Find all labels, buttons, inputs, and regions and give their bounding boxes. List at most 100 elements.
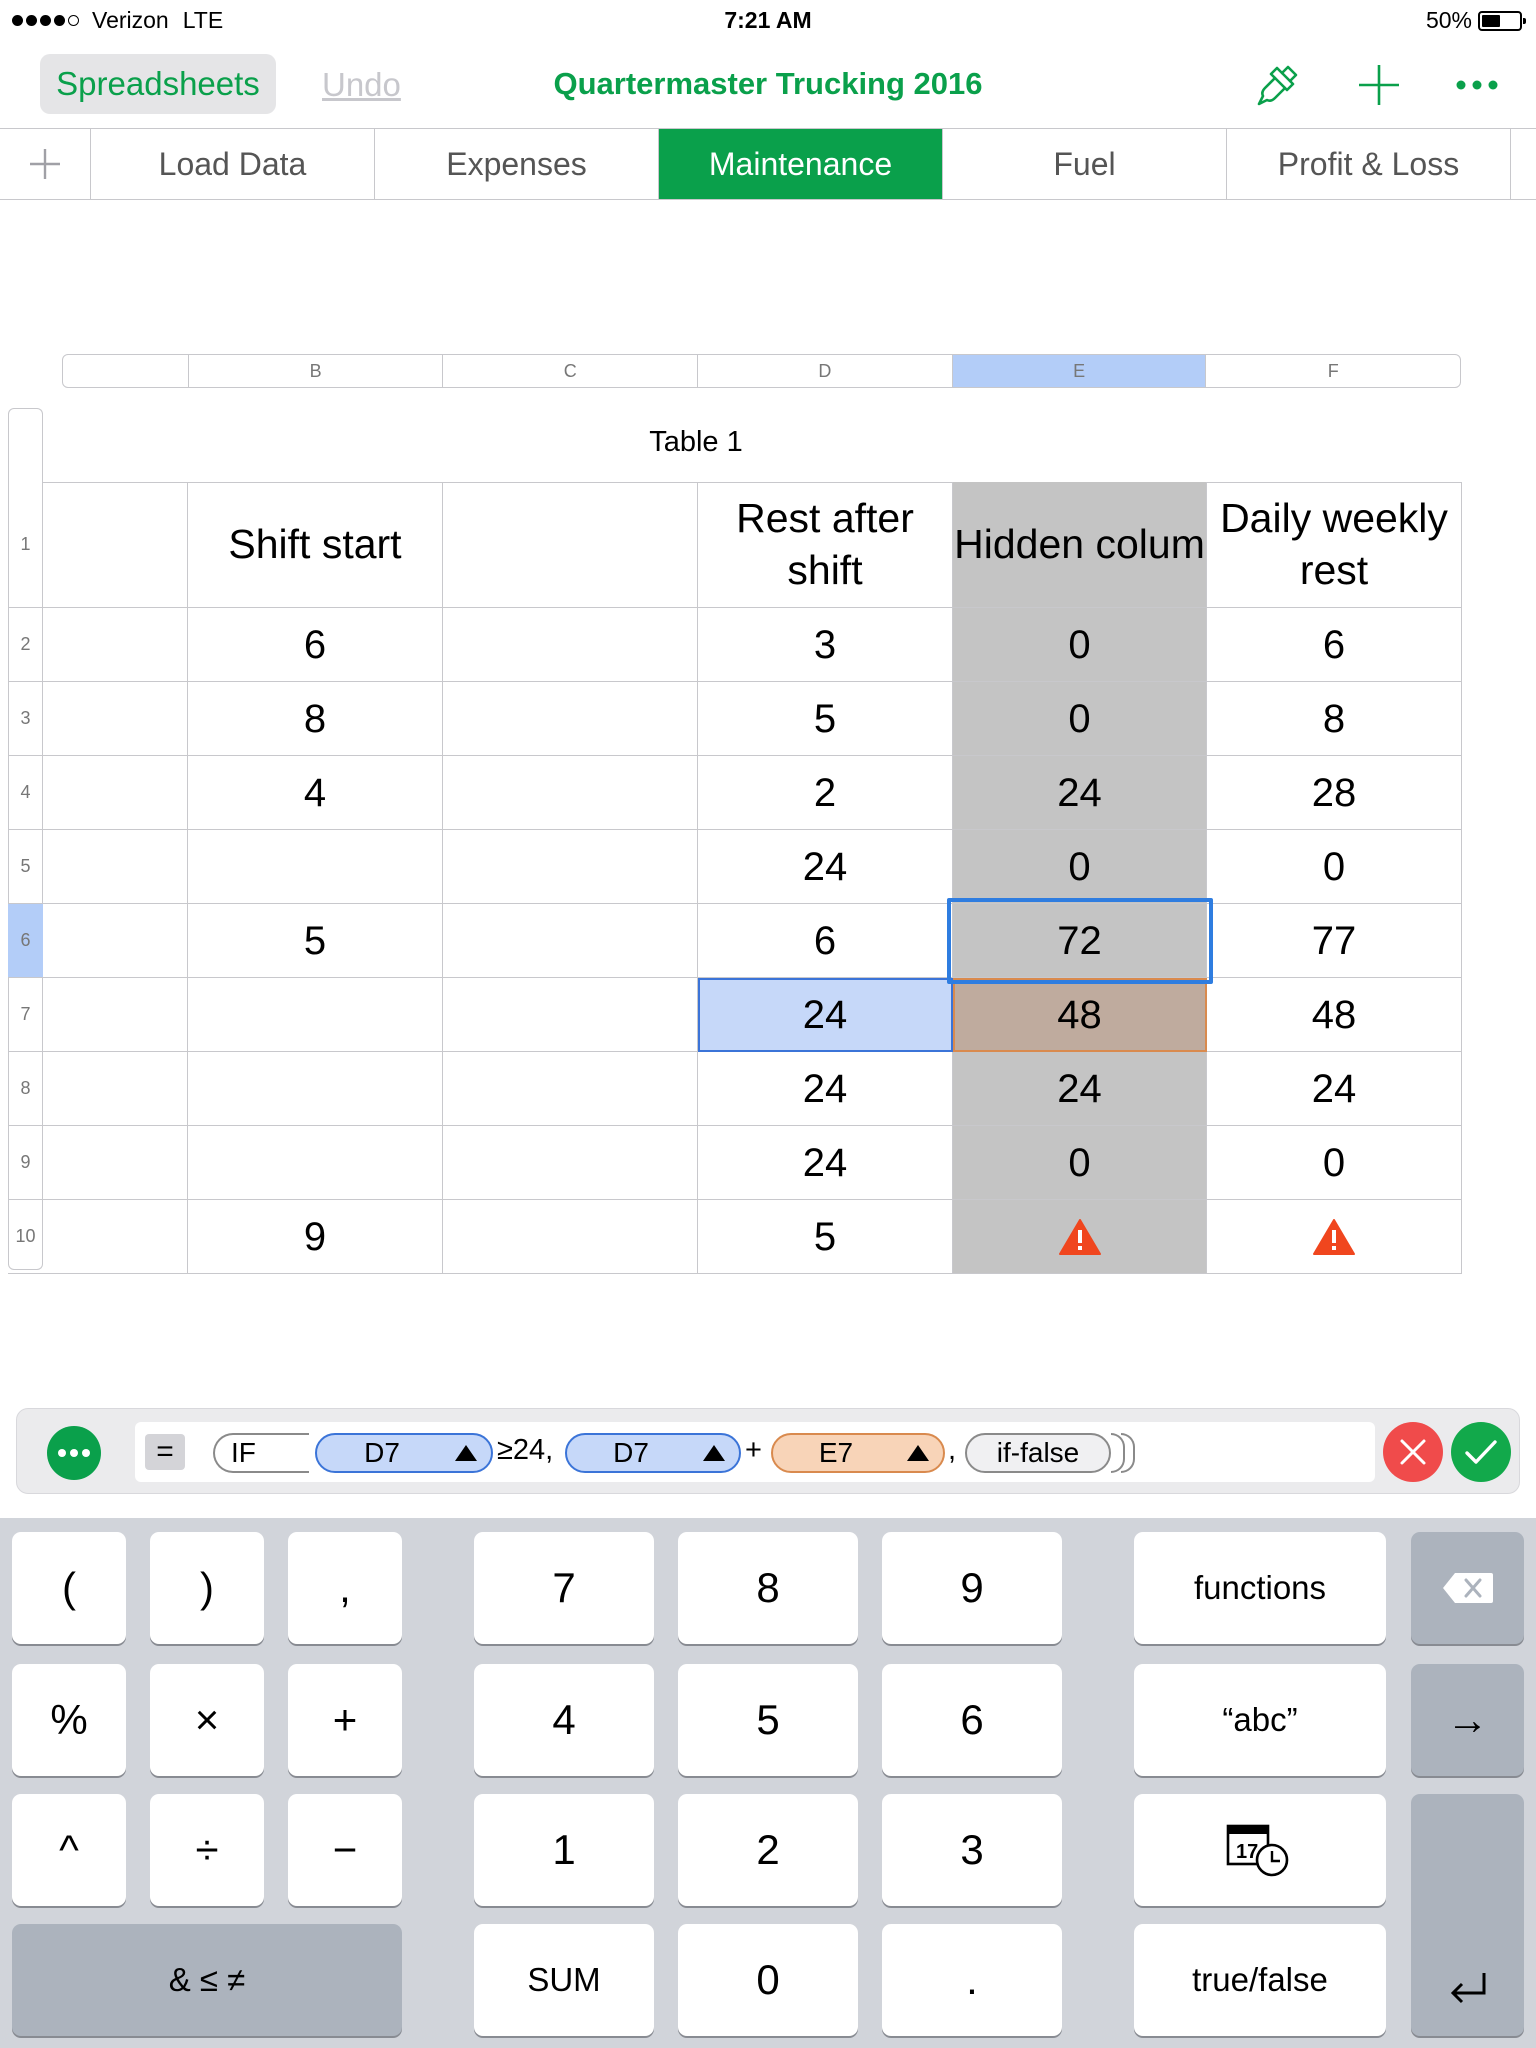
tab-fuel[interactable]: Fuel: [943, 129, 1227, 199]
cell-b2[interactable]: 6: [188, 608, 443, 682]
cell-d8[interactable]: 24: [698, 1052, 953, 1126]
key-8[interactable]: 8: [678, 1532, 858, 1644]
key-0[interactable]: 0: [678, 1924, 858, 2036]
cell-e7[interactable]: 48: [953, 978, 1207, 1052]
key-next-arrow[interactable]: →: [1411, 1664, 1524, 1776]
row-header-3[interactable]: 3: [8, 682, 43, 756]
cell-f2[interactable]: 6: [1207, 608, 1462, 682]
cell-c6[interactable]: [443, 904, 698, 978]
key-open-paren[interactable]: (: [12, 1532, 126, 1644]
cell-c7[interactable]: [443, 978, 698, 1052]
row-header-7[interactable]: 7: [8, 978, 43, 1052]
cell-a10[interactable]: [43, 1200, 188, 1274]
header-cell-d[interactable]: Rest after shift: [698, 482, 953, 608]
key-comparison-operators[interactable]: & ≤ ≠: [12, 1924, 402, 2036]
key-multiply[interactable]: ×: [150, 1664, 264, 1776]
cell-d3[interactable]: 5: [698, 682, 953, 756]
key-percent[interactable]: %: [12, 1664, 126, 1776]
cell-a9[interactable]: [43, 1126, 188, 1200]
key-plus[interactable]: +: [288, 1664, 402, 1776]
tab-load-data[interactable]: Load Data: [91, 129, 375, 199]
cell-e8[interactable]: 24: [953, 1052, 1207, 1126]
key-date-time[interactable]: 17: [1134, 1794, 1386, 1906]
more-icon[interactable]: [1452, 60, 1502, 110]
key-decimal[interactable]: .: [882, 1924, 1062, 2036]
formula-if-false-placeholder[interactable]: if-false: [965, 1433, 1111, 1473]
cell-f4[interactable]: 28: [1207, 756, 1462, 830]
selected-cell-frame[interactable]: [947, 898, 1213, 984]
row-header-4[interactable]: 4: [8, 756, 43, 830]
key-sum[interactable]: SUM: [474, 1924, 654, 2036]
key-2[interactable]: 2: [678, 1794, 858, 1906]
column-header-b[interactable]: B: [187, 355, 443, 387]
key-6[interactable]: 6: [882, 1664, 1062, 1776]
row-header-1[interactable]: 1: [8, 482, 43, 608]
key-return[interactable]: [1411, 1794, 1524, 2036]
header-cell-e[interactable]: Hidden colum: [953, 482, 1207, 608]
cell-d4[interactable]: 2: [698, 756, 953, 830]
header-cell-b[interactable]: Shift start: [188, 482, 443, 608]
cell-f6[interactable]: 77: [1207, 904, 1462, 978]
column-header-e[interactable]: E: [951, 355, 1206, 387]
cell-b6[interactable]: 5: [188, 904, 443, 978]
cell-f5[interactable]: 0: [1207, 830, 1462, 904]
key-divide[interactable]: ÷: [150, 1794, 264, 1906]
cell-b7[interactable]: [188, 978, 443, 1052]
formula-ref-d7[interactable]: D7: [315, 1433, 493, 1473]
key-9[interactable]: 9: [882, 1532, 1062, 1644]
spreadsheets-button[interactable]: Spreadsheets: [40, 54, 276, 114]
cell-a5[interactable]: [43, 830, 188, 904]
header-cell-c[interactable]: [443, 482, 698, 608]
cell-c4[interactable]: [443, 756, 698, 830]
formula-options-button[interactable]: [47, 1426, 101, 1480]
column-header-c[interactable]: C: [442, 355, 697, 387]
cancel-formula-button[interactable]: [1383, 1422, 1443, 1482]
formula-input[interactable]: = IF D7 ≥24, D7 + E7 , if-false: [135, 1422, 1375, 1482]
cell-b3[interactable]: 8: [188, 682, 443, 756]
cell-f10[interactable]: [1207, 1200, 1462, 1274]
tab-profit-loss[interactable]: Profit & Loss: [1227, 129, 1511, 199]
row-header-10[interactable]: 10: [8, 1200, 43, 1274]
cell-e4[interactable]: 24: [953, 756, 1207, 830]
column-header-d[interactable]: D: [697, 355, 952, 387]
cell-b5[interactable]: [188, 830, 443, 904]
row-header-6[interactable]: 6: [8, 904, 43, 978]
key-text-string[interactable]: “abc”: [1134, 1664, 1386, 1776]
key-comma[interactable]: ,: [288, 1532, 402, 1644]
cell-f3[interactable]: 8: [1207, 682, 1462, 756]
key-7[interactable]: 7: [474, 1532, 654, 1644]
row-header-8[interactable]: 8: [8, 1052, 43, 1126]
cell-d6[interactable]: 6: [698, 904, 953, 978]
cell-a2[interactable]: [43, 608, 188, 682]
row-header-2[interactable]: 2: [8, 608, 43, 682]
cell-d9[interactable]: 24: [698, 1126, 953, 1200]
key-close-paren[interactable]: ): [150, 1532, 264, 1644]
cell-c8[interactable]: [443, 1052, 698, 1126]
column-header-f[interactable]: F: [1205, 355, 1460, 387]
cell-d2[interactable]: 3: [698, 608, 953, 682]
tab-maintenance[interactable]: Maintenance: [659, 129, 943, 199]
cell-a6[interactable]: [43, 904, 188, 978]
key-caret[interactable]: ^: [12, 1794, 126, 1906]
cell-e2[interactable]: 0: [953, 608, 1207, 682]
row-header-5[interactable]: 5: [8, 830, 43, 904]
cell-c10[interactable]: [443, 1200, 698, 1274]
cell-c3[interactable]: [443, 682, 698, 756]
cell-e9[interactable]: 0: [953, 1126, 1207, 1200]
key-5[interactable]: 5: [678, 1664, 858, 1776]
cell-a8[interactable]: [43, 1052, 188, 1126]
paintbrush-icon[interactable]: [1253, 60, 1303, 110]
cell-d10[interactable]: 5: [698, 1200, 953, 1274]
header-cell-f[interactable]: Daily weekly rest: [1207, 482, 1462, 608]
cell-d7[interactable]: 24: [698, 978, 953, 1052]
header-cell-a[interactable]: [43, 482, 188, 608]
key-functions[interactable]: functions: [1134, 1532, 1386, 1644]
cell-b4[interactable]: 4: [188, 756, 443, 830]
key-minus[interactable]: −: [288, 1794, 402, 1906]
row-header-9[interactable]: 9: [8, 1126, 43, 1200]
formula-ref-e7[interactable]: E7: [771, 1433, 945, 1473]
cell-a7[interactable]: [43, 978, 188, 1052]
cell-c5[interactable]: [443, 830, 698, 904]
key-1[interactable]: 1: [474, 1794, 654, 1906]
cell-f8[interactable]: 24: [1207, 1052, 1462, 1126]
